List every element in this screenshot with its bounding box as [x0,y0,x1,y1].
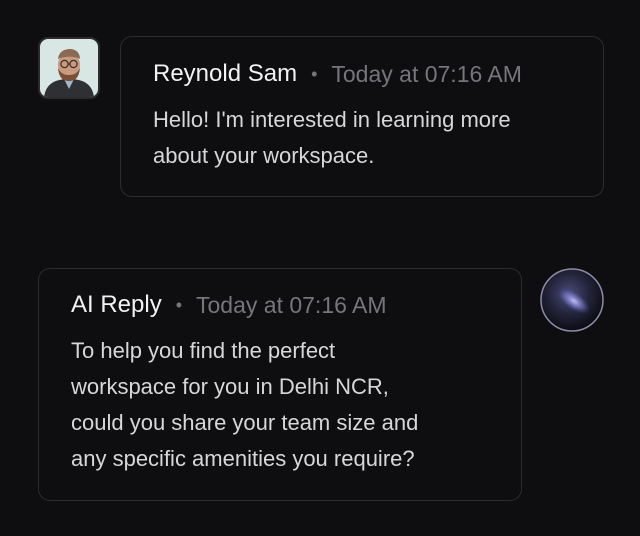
message-line: any specific amenities you require? [71,446,415,471]
message-timestamp: Today at 07:16 AM [331,60,522,87]
user-avatar[interactable] [38,37,100,99]
message-line: could you share your team size and [71,410,419,435]
separator-dot: • [311,63,318,84]
message-line: Hello! I'm interested in learning more [153,107,511,132]
message-line: To help you find the perfect [71,338,336,363]
user-message-bubble: Reynold Sam • Today at 07:16 AM Hello! I… [120,36,604,197]
message-timestamp: Today at 07:16 AM [196,291,387,318]
message-header: AI Reply • Today at 07:16 AM [71,291,489,319]
chat-thread: Reynold Sam • Today at 07:16 AM Hello! I… [0,0,640,536]
ai-message-bubble: AI Reply • Today at 07:16 AM To help you… [38,268,522,501]
message-line: workspace for you in Delhi NCR, [71,374,389,399]
separator-dot: • [175,294,183,315]
message-line: about your workspace. [153,143,375,168]
message-header: Reynold Sam • Today at 07:16 AM [153,60,571,88]
sender-name: Reynold Sam [153,60,298,87]
message-text: To help you find the perfect workspace f… [71,333,489,477]
user-avatar-image [40,39,98,97]
message-text: Hello! I'm interested in learning more a… [153,102,571,174]
ai-orb-icon [540,268,604,332]
ai-avatar[interactable] [540,268,604,332]
sender-name: AI Reply [71,291,162,318]
